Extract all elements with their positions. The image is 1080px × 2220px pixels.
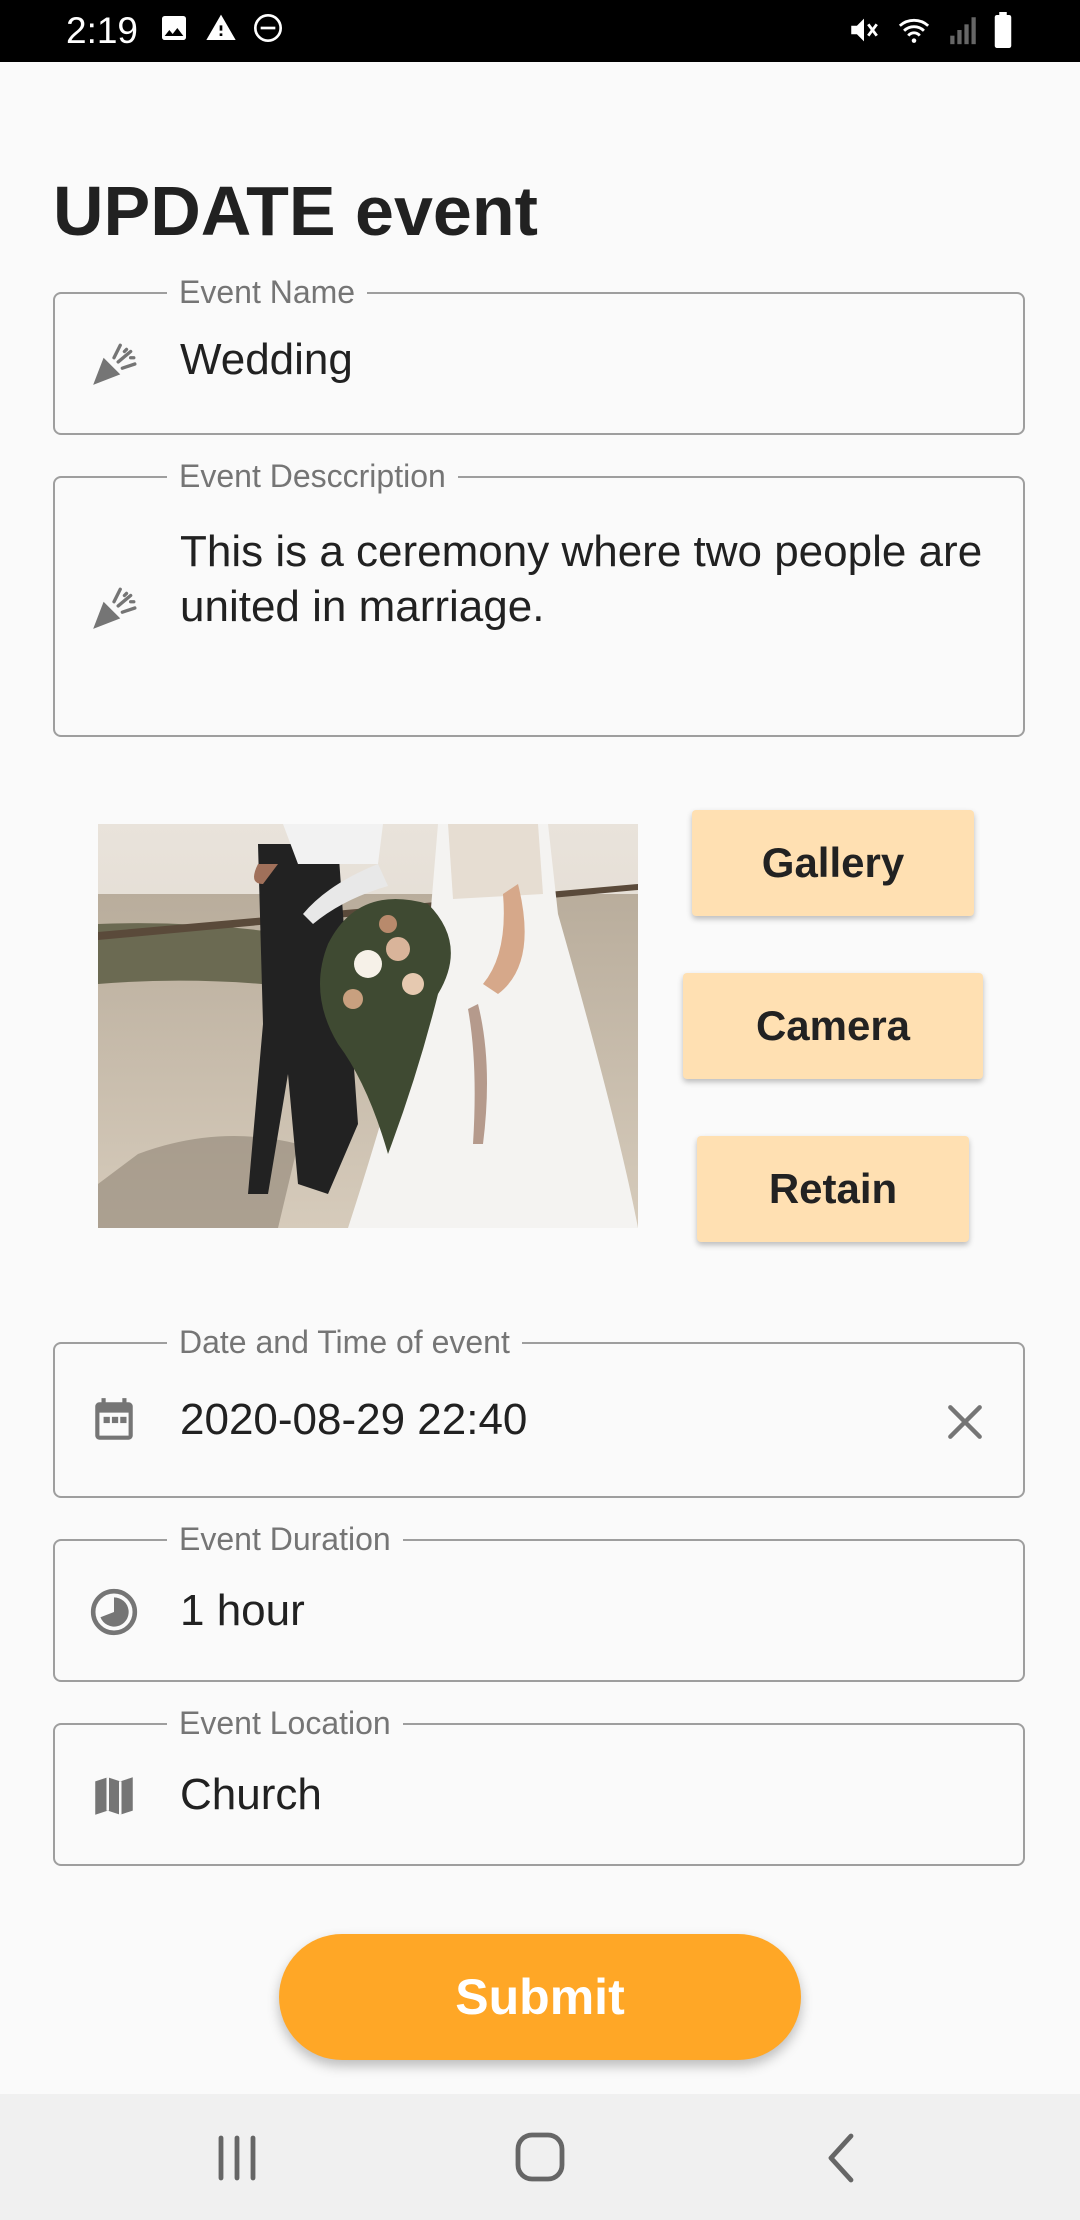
recents-icon[interactable] <box>207 2132 267 2184</box>
status-bar: 2:19 <box>0 0 1080 62</box>
date-time-field[interactable]: Date and Time of event 2020-08-29 22:40 <box>53 1322 1025 1498</box>
event-duration-label: Event Duration <box>167 1519 403 1559</box>
page-title: UPDATE event <box>53 172 538 250</box>
event-name-field[interactable]: Event Name Wedding <box>53 272 1025 435</box>
battery-icon <box>994 12 1012 48</box>
gallery-button[interactable]: Gallery <box>692 810 974 916</box>
event-description-field[interactable]: Event Desccription This is a ceremony wh… <box>53 456 1025 737</box>
back-icon[interactable] <box>813 2132 873 2184</box>
party-popper-icon <box>93 587 137 629</box>
wifi-icon <box>898 18 930 43</box>
event-location-value: Church <box>180 1770 322 1819</box>
map-icon <box>95 1777 133 1815</box>
submit-button[interactable]: Submit <box>279 1934 801 2060</box>
retain-button[interactable]: Retain <box>697 1136 969 1242</box>
close-icon[interactable] <box>943 1400 987 1444</box>
image-icon <box>162 16 186 40</box>
party-popper-icon <box>93 343 137 385</box>
calendar-icon <box>95 1398 133 1440</box>
mute-icon <box>851 18 878 42</box>
date-time-value: 2020-08-29 22:40 <box>180 1395 528 1444</box>
warning-icon <box>206 14 236 40</box>
event-duration-value: 1 hour <box>180 1586 305 1635</box>
event-description-label: Event Desccription <box>167 456 458 496</box>
event-location-field[interactable]: Event Location Church <box>53 1703 1025 1866</box>
event-description-value: This is a ceremony where two people are … <box>180 527 983 631</box>
event-name-label: Event Name <box>167 272 368 312</box>
date-time-label: Date and Time of event <box>167 1322 522 1362</box>
signal-icon <box>950 17 976 45</box>
event-duration-field[interactable]: Event Duration 1 hour <box>53 1519 1025 1682</box>
clock-icon <box>90 1588 138 1636</box>
status-time: 2:19 <box>66 10 139 51</box>
event-location-label: Event Location <box>167 1703 403 1743</box>
event-name-value: Wedding <box>180 335 353 384</box>
home-icon[interactable] <box>510 2132 570 2184</box>
do-not-disturb-icon <box>254 14 282 42</box>
event-photo <box>98 824 638 1228</box>
camera-button[interactable]: Camera <box>683 973 983 1079</box>
navigation-bar <box>0 2094 1080 2220</box>
